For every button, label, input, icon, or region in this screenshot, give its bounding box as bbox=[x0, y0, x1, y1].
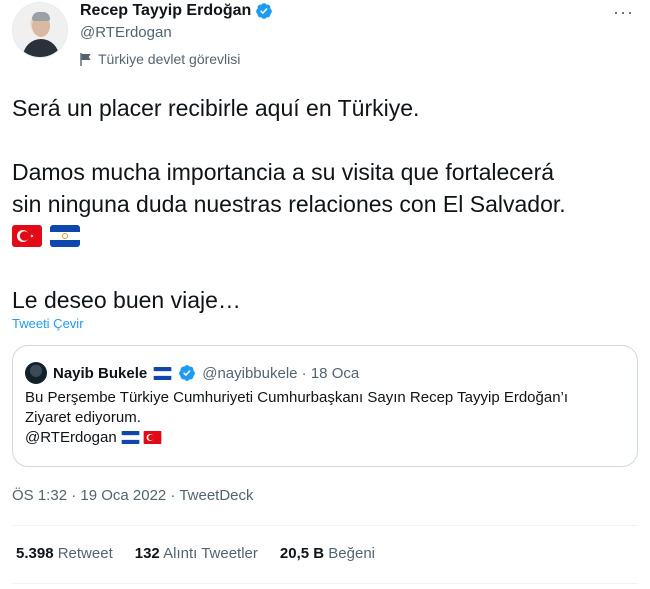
tweet-stats: 5.398 Retweet 132 Alıntı Tweetler 20,5 B… bbox=[16, 545, 375, 562]
affiliation-text: Türkiye devlet görevlisi bbox=[98, 51, 241, 67]
author-display-name[interactable]: Recep Tayyip Erdoğan bbox=[80, 2, 251, 20]
tweet-line-2: Damos mucha importancia a su visita que … bbox=[12, 159, 555, 185]
avatar-suit bbox=[23, 39, 59, 57]
tweet-line-4: Le deseo buen viaje… bbox=[12, 287, 241, 313]
retweets-stat[interactable]: 5.398 Retweet bbox=[16, 545, 113, 562]
divider bbox=[12, 525, 638, 526]
likes-count: 20,5 B bbox=[279, 545, 325, 562]
quoted-line-1: Bu Perşembe Türkiye Cumhuriyeti Cumhurba… bbox=[25, 389, 569, 406]
tweet-spacer bbox=[12, 124, 638, 156]
tweet-spacer bbox=[12, 252, 638, 284]
verified-badge-icon bbox=[179, 365, 196, 381]
el-salvador-flag-icon bbox=[121, 431, 140, 444]
author-avatar[interactable] bbox=[12, 2, 68, 58]
quoted-line-2: Ziyaret ediyorum. bbox=[25, 409, 141, 426]
el-salvador-flag-icon bbox=[153, 366, 172, 380]
more-horizontal-icon[interactable]: ··· bbox=[613, 2, 634, 23]
quoted-handle-date: @nayibbukele · 18 Oca bbox=[202, 364, 360, 382]
tweet-line-3: sin ninguna duda nuestras relaciones con… bbox=[12, 191, 566, 217]
author-name-row: Recep Tayyip Erdoğan bbox=[80, 2, 273, 20]
author-handle[interactable]: @RTErdogan bbox=[80, 24, 172, 41]
affiliation-label: Türkiye devlet görevlisi bbox=[80, 51, 240, 67]
tweet-line-1: Será un placer recibirle aquí en Türkiye… bbox=[12, 95, 420, 121]
retweets-count: 5.398 bbox=[16, 545, 54, 562]
turkey-flag-icon bbox=[12, 225, 42, 247]
quoted-flag-emojis bbox=[121, 431, 162, 444]
tweet-flag-emojis bbox=[12, 220, 638, 252]
likes-label: Beğeni bbox=[328, 545, 375, 562]
el-salvador-flag-icon bbox=[50, 225, 80, 247]
divider bbox=[12, 583, 638, 584]
retweets-label: Retweet bbox=[57, 545, 113, 562]
quotes-count: 132 bbox=[134, 545, 160, 562]
turkey-flag-icon bbox=[143, 431, 162, 444]
quoted-line-3: @RTErdogan bbox=[25, 428, 625, 448]
flag-icon bbox=[80, 52, 91, 66]
verified-badge-icon bbox=[256, 3, 273, 19]
quotes-label: Alıntı Tweetler bbox=[163, 545, 258, 562]
quoted-author-name: Nayib Bukele bbox=[53, 364, 148, 382]
quoted-author-avatar bbox=[25, 362, 47, 384]
tweet-timestamp[interactable]: ÖS 1:32 · 19 Oca 2022 · TweetDeck bbox=[12, 487, 254, 504]
quotes-stat[interactable]: 132 Alıntı Tweetler bbox=[135, 545, 258, 562]
avatar-hair bbox=[32, 12, 50, 21]
tweet-body: Será un placer recibirle aquí en Türkiye… bbox=[12, 92, 638, 316]
quoted-mention: @RTErdogan bbox=[25, 429, 117, 446]
quoted-tweet[interactable]: Nayib Bukele @nayibbukele · 18 Oca Bu Pe… bbox=[12, 345, 638, 467]
tweet-header: Recep Tayyip Erdoğan @RTErdogan Türkiye … bbox=[12, 0, 638, 70]
quoted-tweet-text: Bu Perşembe Türkiye Cumhuriyeti Cumhurba… bbox=[25, 388, 625, 448]
likes-stat[interactable]: 20,5 B Beğeni bbox=[280, 545, 375, 562]
translate-tweet-link[interactable]: Tweeti Çevir bbox=[12, 316, 84, 331]
quoted-tweet-header: Nayib Bukele @nayibbukele · 18 Oca bbox=[25, 362, 359, 384]
